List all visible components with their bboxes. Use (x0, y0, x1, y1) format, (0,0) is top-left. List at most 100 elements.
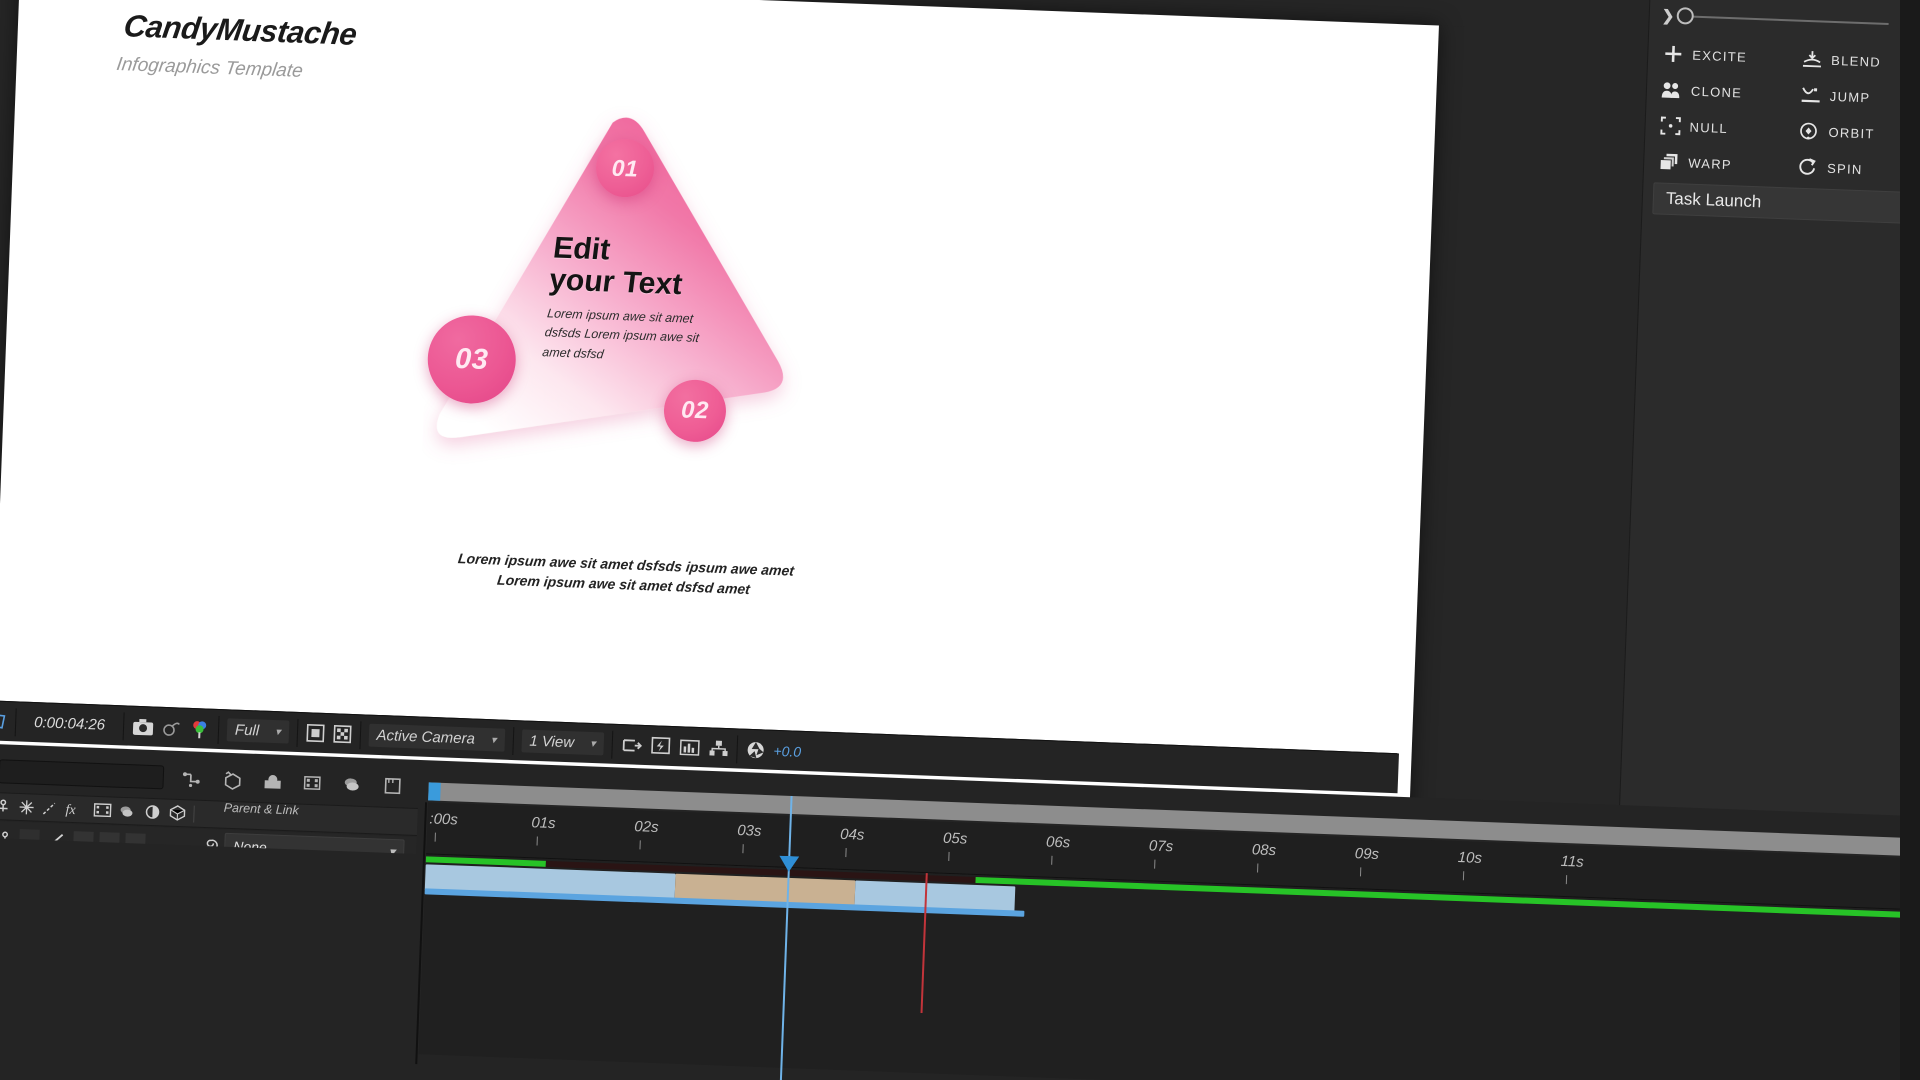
fast-preview-icon[interactable] (650, 736, 671, 757)
search-input[interactable] (0, 759, 165, 790)
preset-clone-button[interactable]: CLONE (1660, 76, 1794, 107)
headline-line-1: Edit (551, 231, 613, 267)
ruler-tick: 09s (1354, 845, 1379, 877)
app-window: CandyMustache Infographics Template 01 0… (0, 0, 1920, 1080)
warp-stack-icon (1658, 151, 1681, 172)
work-area-start-handle[interactable] (428, 782, 441, 801)
blend-icon (1801, 49, 1824, 70)
infographic-body-text: Lorem ipsum awe sit amet dsfsds Lorem ip… (541, 306, 700, 362)
enable-3d-icon[interactable] (221, 770, 244, 791)
chevron-right-icon[interactable]: ❯ (1661, 6, 1674, 24)
timecode-group[interactable]: 0:00:04:26 (15, 707, 125, 740)
current-timecode[interactable]: 0:00:04:26 (24, 712, 116, 736)
ruler-tick: 03s (737, 822, 762, 854)
camera-icon[interactable] (132, 717, 155, 736)
preset-label: NULL (1689, 119, 1729, 136)
plus-icon (1662, 44, 1685, 65)
preset-null-button[interactable]: NULL (1659, 112, 1793, 143)
exposure-value[interactable]: +0.0 (773, 742, 801, 759)
chevron-down-icon: ▾ (589, 737, 596, 751)
resolution-value: Full (234, 721, 260, 740)
adjustment-icon[interactable] (118, 803, 137, 820)
timeline-graph-icon[interactable] (678, 738, 701, 757)
camera-view-value: Active Camera (376, 726, 476, 748)
guides-icon[interactable] (620, 736, 643, 755)
ruler-tick: 04s (840, 826, 865, 858)
preset-label: EXCITE (1692, 47, 1748, 65)
ruler-tick: 05s (943, 830, 968, 861)
ruler-tick: 01s (531, 814, 556, 846)
view-layout-group[interactable]: 1 View ▾ (512, 726, 614, 759)
preset-label: CLONE (1690, 83, 1743, 101)
snapshot-group[interactable] (123, 711, 220, 744)
preset-label: BLEND (1830, 52, 1882, 70)
task-launch-label: Task Launch (1665, 188, 1762, 212)
ruler-tick: 08s (1252, 841, 1276, 873)
brainstorm-icon[interactable] (381, 776, 404, 797)
preset-excite-button[interactable]: EXCITE (1662, 41, 1796, 72)
preset-label: WARP (1687, 155, 1733, 172)
infographic-group[interactable]: 01 02 03 Edit your Text Lorem ipsum awe … (420, 98, 915, 536)
exposure-icon[interactable] (745, 739, 766, 760)
quality-icon[interactable] (18, 799, 35, 816)
ruler-tick: :00s (429, 810, 458, 842)
camera-view-select[interactable]: Active Camera ▾ (368, 723, 505, 752)
ruler-tick: 02s (634, 818, 659, 850)
comp-flowchart-icon[interactable] (0, 712, 8, 731)
chevron-down-icon: ▾ (274, 726, 281, 739)
clone-users-icon (1661, 79, 1684, 100)
orbit-icon (1798, 121, 1821, 142)
viewer-options-group[interactable] (612, 730, 739, 763)
camera-view-group[interactable]: Active Camera ▾ (360, 720, 514, 755)
preset-warp-button[interactable]: WARP (1658, 148, 1792, 179)
view-layout-select[interactable]: 1 View ▾ (520, 729, 605, 756)
infographic-headline: Edit your Text (547, 231, 688, 302)
jump-arc-icon (1800, 85, 1823, 106)
ruler-tick: 07s (1149, 837, 1173, 869)
headline-line-2: your Text (547, 263, 685, 302)
effects-fx-icon[interactable]: fx (64, 801, 87, 818)
preset-label: JUMP (1829, 88, 1871, 105)
window-edge-right (1900, 0, 1920, 1080)
show-snapshot-icon[interactable] (162, 718, 183, 737)
3d-layer-icon[interactable] (168, 805, 187, 822)
effects-presets-panel[interactable]: ❯ ┘ EXCITE BLEND (1616, 0, 1920, 893)
timeline-layer-list-bg (0, 835, 427, 1065)
resolution-group[interactable]: Full ▾ (218, 715, 299, 747)
region-of-interest-icon[interactable] (305, 723, 325, 743)
ruler-tick: 10s (1457, 849, 1482, 881)
svg-text:fx: fx (65, 803, 76, 818)
frame-blending-icon[interactable] (301, 773, 324, 794)
divider (193, 805, 195, 823)
view-layout-value: 1 View (529, 732, 575, 752)
frame-blend-icon[interactable] (93, 802, 112, 819)
chevron-down-icon: ▾ (490, 734, 497, 747)
amount-slider[interactable] (1676, 7, 1889, 25)
preset-button-grid[interactable]: EXCITE BLEND CLONE JUMP NULL ORBIT WARP … (1658, 41, 1920, 185)
collapse-icon[interactable] (143, 804, 162, 821)
panel-slider-row[interactable]: ❯ ┘ (1661, 0, 1920, 40)
column-header-parent-link: Parent & Link (223, 800, 299, 818)
motion-blur-icon[interactable] (261, 771, 284, 792)
comp-flow-group[interactable] (0, 706, 17, 736)
composition-caption: Lorem ipsum awe sit amet dsfsds ipsum aw… (387, 547, 862, 604)
motion-blur-icon[interactable] (41, 800, 58, 817)
slider-knob[interactable] (1676, 7, 1694, 25)
renderer-icon[interactable] (708, 739, 729, 758)
comp-subtitle: Infographics Template (115, 53, 305, 82)
preset-label: ORBIT (1828, 124, 1875, 142)
shy-layers-icon[interactable] (181, 768, 204, 789)
ruler-tick: 11s (1560, 853, 1584, 885)
exposure-group[interactable]: +0.0 (737, 735, 810, 766)
preset-label: SPIN (1826, 160, 1863, 177)
resolution-select[interactable]: Full ▾ (226, 718, 290, 744)
roi-group[interactable] (297, 718, 362, 749)
task-launch-dropdown[interactable]: Task Launch ▾ (1652, 182, 1920, 225)
comp-title: CandyMustache (121, 8, 359, 52)
color-channels-icon[interactable] (190, 718, 211, 739)
spin-arrow-icon (1797, 157, 1820, 178)
graph-editor-icon[interactable] (341, 774, 364, 795)
anchor-icon[interactable] (0, 798, 12, 815)
transparency-grid-icon[interactable] (332, 724, 352, 744)
ruler-tick: 06s (1046, 834, 1071, 865)
